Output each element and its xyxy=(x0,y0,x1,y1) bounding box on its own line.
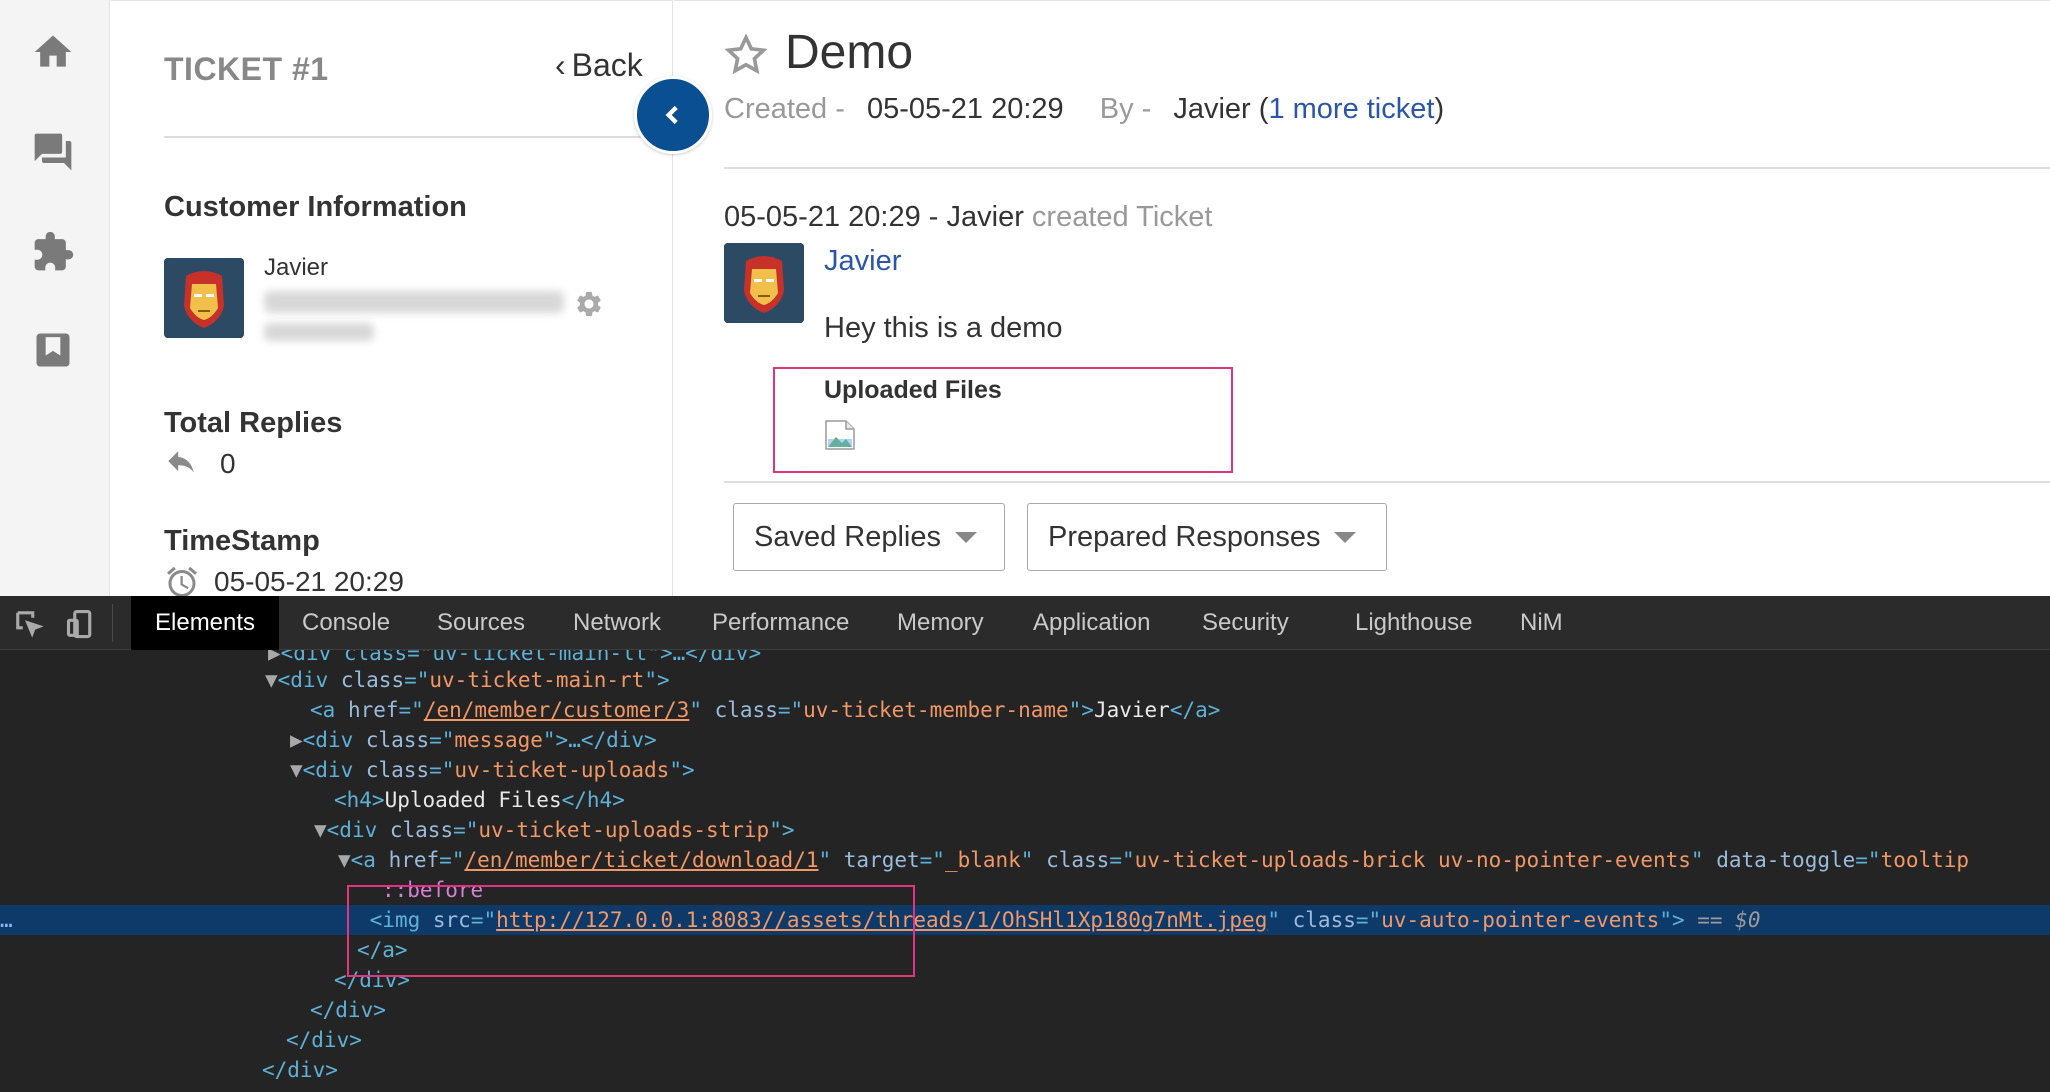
thread-message: Hey this is a demo xyxy=(824,312,1063,344)
timestamp-title: TimeStamp xyxy=(164,525,320,557)
chevron-left-icon: ‹ xyxy=(555,47,566,83)
ticket-meta: Created - 05-05-21 20:29 By - Javier (1 … xyxy=(724,93,1445,125)
devtools-panel: Elements Console Sources Network Perform… xyxy=(0,596,2050,1092)
thread-header-author: Javier xyxy=(946,201,1024,233)
dom-node-selected[interactable]: … <img src="http://127.0.0.1:8083//assets… xyxy=(0,905,2050,935)
tab-sources[interactable]: Sources xyxy=(413,596,549,650)
dom-node[interactable]: <h4>Uploaded Files</h4> xyxy=(0,785,2050,815)
saved-replies-label: Saved Replies xyxy=(754,520,941,553)
thread-author-link[interactable]: Javier xyxy=(824,245,901,278)
back-label: Back xyxy=(571,47,643,83)
customer-info-title: Customer Information xyxy=(164,191,467,223)
divider xyxy=(724,167,2050,169)
inspect-element-icon[interactable] xyxy=(14,609,44,639)
thread-header: 05-05-21 20:29 - Javier created Ticket xyxy=(724,201,1213,233)
alarm-clock-icon xyxy=(167,566,197,597)
tab-lighthouse[interactable]: Lighthouse xyxy=(1331,596,1496,650)
divider xyxy=(164,136,651,138)
prepared-responses-label: Prepared Responses xyxy=(1048,520,1321,553)
customer-email-blurred xyxy=(264,291,564,313)
broken-image-icon[interactable] xyxy=(824,419,856,451)
dom-node[interactable]: </div> xyxy=(0,1025,2050,1055)
dom-node[interactable]: </div> xyxy=(0,995,2050,1025)
thread-action: created Ticket xyxy=(1031,201,1213,233)
by-label: By - xyxy=(1099,93,1152,125)
tab-network[interactable]: Network xyxy=(549,596,685,650)
divider xyxy=(724,481,2050,483)
back-link[interactable]: ‹ Back xyxy=(555,47,643,84)
dom-node[interactable]: </a> xyxy=(0,935,2050,965)
ticket-main: Demo Created - 05-05-21 20:29 By - Javie… xyxy=(674,0,2050,596)
uploads-title: Uploaded Files xyxy=(824,376,1002,404)
caret-down-icon xyxy=(955,531,977,543)
customer-phone-blurred xyxy=(264,323,374,341)
dom-node-text: <div class="uv-ticket-main-lt">…</div> xyxy=(280,650,762,665)
created-value: 05-05-21 20:29 xyxy=(866,93,1064,125)
total-replies-row: 0 xyxy=(164,448,236,480)
settings-gear-icon[interactable] xyxy=(574,289,604,319)
timestamp-value: 05-05-21 20:29 xyxy=(214,566,404,597)
saved-replies-dropdown[interactable]: Saved Replies xyxy=(733,503,1005,571)
customer-name: Javier xyxy=(264,254,329,281)
reply-icon xyxy=(168,451,194,473)
device-toggle-icon[interactable] xyxy=(66,609,96,639)
thread-time: 05-05-21 20:29 xyxy=(724,201,921,233)
tab-elements[interactable]: Elements xyxy=(131,596,280,650)
dom-highlight-box xyxy=(347,885,915,977)
home-icon[interactable] xyxy=(29,28,77,76)
dom-node[interactable]: ▶<div class="message">…</div> xyxy=(0,725,2050,755)
more-tickets-link[interactable]: 1 more ticket xyxy=(1268,93,1434,125)
customer-avatar[interactable] xyxy=(164,258,244,338)
created-label: Created - xyxy=(724,93,845,125)
tab-console[interactable]: Console xyxy=(278,596,414,650)
timestamp-row: 05-05-21 20:29 xyxy=(164,564,404,600)
dom-node[interactable]: ▼<div class="uv-ticket-uploads-strip"> xyxy=(0,815,2050,845)
dom-node[interactable]: ▼<div class="uv-ticket-uploads"> xyxy=(0,755,2050,785)
ticket-sidebar: TICKET #1 ‹ Back Customer Information Ja… xyxy=(111,0,673,597)
ticket-number: TICKET #1 xyxy=(164,51,329,87)
by-name: Javier xyxy=(1173,93,1251,125)
star-outline-icon[interactable] xyxy=(724,33,768,77)
app-nav-rail xyxy=(0,0,110,596)
ticket-subject: Demo xyxy=(785,26,914,79)
tab-nim[interactable]: NiM xyxy=(1496,596,1587,650)
caret-down-icon xyxy=(1334,531,1357,543)
dom-node[interactable]: ▼<a href="/en/member/ticket/download/1" … xyxy=(0,845,2050,875)
toolbar-separator xyxy=(112,604,113,642)
total-replies-title: Total Replies xyxy=(164,407,343,439)
dom-tree: ▶<div class="uv-ticket-main-lt">…</div> … xyxy=(0,650,2050,1092)
prepared-responses-dropdown[interactable]: Prepared Responses xyxy=(1027,503,1387,571)
bookmark-icon[interactable] xyxy=(29,326,77,374)
tab-application[interactable]: Application xyxy=(1009,596,1174,650)
chat-icon[interactable] xyxy=(29,128,77,176)
thread-author-avatar[interactable] xyxy=(724,243,804,323)
puzzle-icon[interactable] xyxy=(29,228,77,276)
dom-node[interactable]: ▼<div class="uv-ticket-main-rt"> xyxy=(0,665,2050,695)
dom-node[interactable]: ::before xyxy=(0,875,2050,905)
total-replies-count: 0 xyxy=(220,448,236,479)
devtools-tabbar: Elements Console Sources Network Perform… xyxy=(0,596,2050,650)
tab-security[interactable]: Security xyxy=(1178,596,1313,650)
tab-memory[interactable]: Memory xyxy=(873,596,1008,650)
dom-node[interactable]: </div> xyxy=(0,1055,2050,1085)
tab-performance[interactable]: Performance xyxy=(688,596,873,650)
dom-node[interactable]: </div> xyxy=(0,965,2050,995)
dom-node[interactable]: <a href="/en/member/customer/3" class="u… xyxy=(0,695,2050,725)
